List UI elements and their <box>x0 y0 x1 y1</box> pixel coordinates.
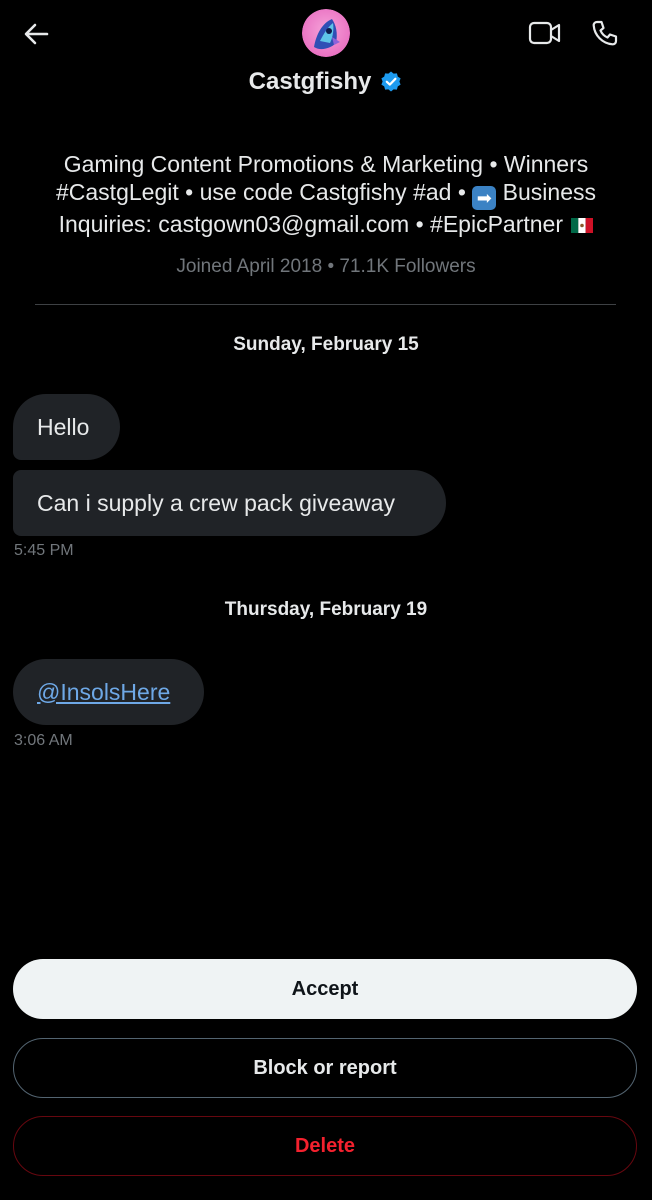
mention-link[interactable]: @InsolsHere <box>37 679 170 706</box>
delete-button-label: Delete <box>294 1134 356 1157</box>
bio-line: Inquiries: castgown03@gmail.com • #EpicP… <box>30 210 622 238</box>
arrow-left-icon <box>24 23 49 45</box>
message-text: Can i supply a crew pack giveaway <box>37 489 395 516</box>
accept-button-label: Accept <box>291 977 359 1000</box>
profile-name[interactable]: Castgfishy <box>249 68 372 96</box>
profile-name-row: Castgfishy <box>0 62 652 102</box>
mexico-flag-icon <box>571 218 594 233</box>
bio-text: Business <box>496 179 596 205</box>
back-button[interactable] <box>16 14 56 54</box>
message-bubble[interactable]: @InsolsHere <box>13 659 204 725</box>
profile-bio: Gaming Content Promotions & Marketing • … <box>30 150 622 238</box>
verified-badge-icon <box>379 70 403 94</box>
message-timestamp: 3:06 AM <box>14 732 73 749</box>
message-timestamp: 5:45 PM <box>14 542 74 559</box>
video-call-icon <box>528 21 561 45</box>
delete-button[interactable]: Delete <box>13 1116 637 1176</box>
conversation-header <box>0 0 652 64</box>
profile-meta: Joined April 2018 • 71.1K Followers <box>176 256 476 277</box>
block-or-report-button[interactable]: Block or report <box>13 1038 637 1098</box>
right-arrow-emoji-icon: ➡ <box>472 186 497 210</box>
divider <box>35 304 616 305</box>
message-bubble[interactable]: Hello <box>13 394 120 460</box>
bio-line: Gaming Content Promotions & Marketing • … <box>63 151 589 177</box>
phone-call-icon <box>592 20 618 46</box>
bio-text: #CastgLegit • use code Castgfishy #ad • <box>55 179 473 205</box>
date-separator: Sunday, February 15 <box>233 334 419 355</box>
block-or-report-button-label: Block or report <box>253 1056 397 1079</box>
profile-avatar[interactable] <box>302 9 350 57</box>
video-call-button[interactable] <box>524 12 566 54</box>
message-text: Hello <box>37 413 90 440</box>
accept-button[interactable]: Accept <box>13 959 637 1019</box>
date-separator: Thursday, February 19 <box>224 599 428 620</box>
message-bubble[interactable]: Can i supply a crew pack giveaway <box>13 470 446 536</box>
bio-text: Inquiries: castgown03@gmail.com • #EpicP… <box>58 211 563 237</box>
bio-line: #CastgLegit • use code Castgfishy #ad • … <box>30 178 622 210</box>
phone-call-button[interactable] <box>584 12 626 54</box>
